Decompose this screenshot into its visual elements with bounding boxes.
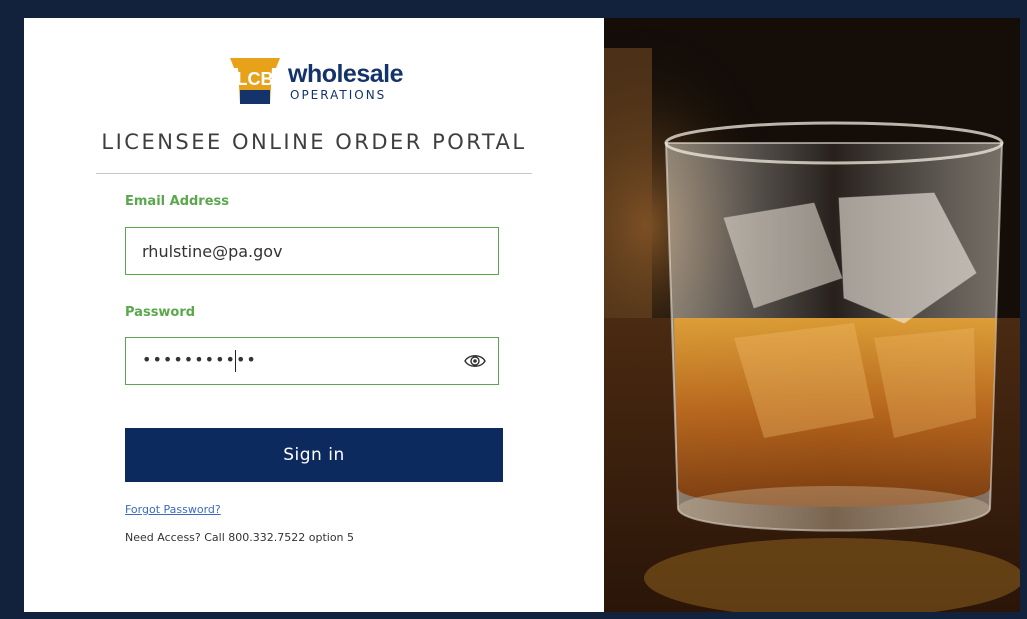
sign-in-button[interactable]: Sign in (125, 428, 503, 482)
hero-image (604, 18, 1020, 612)
forgot-password-link[interactable]: Forgot Password? (125, 503, 221, 516)
password-field[interactable]: ••••••••••• (125, 337, 499, 385)
whiskey-glass-illustration (604, 18, 1020, 612)
logo-wordmark: wholesale (288, 60, 404, 88)
password-value[interactable]: ••••••••••• (142, 350, 257, 369)
logo-mark-text: LCB (237, 69, 274, 89)
email-field[interactable] (142, 228, 442, 274)
password-label: Password (125, 305, 196, 320)
divider (96, 173, 532, 174)
eye-icon[interactable] (464, 351, 486, 371)
app-frame: LCB wholesale OPERATIONS LICENSEE ONLINE… (0, 0, 1027, 619)
need-access-text: Need Access? Call 800.332.7522 option 5 (125, 531, 355, 544)
lcb-logo: LCB wholesale OPERATIONS (226, 54, 406, 108)
text-caret (235, 350, 236, 372)
email-field-box[interactable] (125, 227, 499, 275)
keystone-logo-icon: LCB (230, 58, 280, 104)
logo-subtitle: OPERATIONS (290, 88, 387, 102)
page-title: LICENSEE ONLINE ORDER PORTAL (101, 130, 527, 154)
login-panel: LCB wholesale OPERATIONS LICENSEE ONLINE… (24, 18, 604, 612)
email-label: Email Address (125, 194, 230, 209)
